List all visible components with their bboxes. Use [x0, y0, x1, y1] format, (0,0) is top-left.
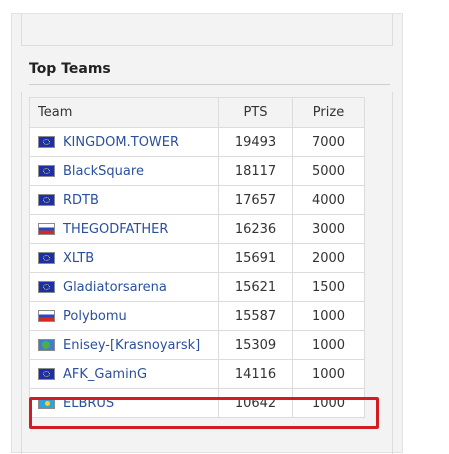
team-link[interactable]: RDTB	[63, 193, 99, 208]
eu-flag-icon	[38, 165, 55, 177]
prize-cell: 1000	[292, 330, 365, 360]
top-strip	[21, 14, 393, 46]
team-cell: Gladiatorsarena	[29, 272, 219, 302]
team-cell: RDTB	[29, 185, 219, 215]
table-row: XLTB 15691 2000	[29, 243, 365, 273]
eu-flag-icon	[38, 252, 55, 264]
prize-column-header: Prize	[292, 97, 365, 128]
pts-cell: 16236	[218, 214, 293, 244]
team-link[interactable]: KINGDOM.TOWER	[63, 135, 179, 150]
pts-cell: 14116	[218, 359, 293, 389]
pts-cell: 15691	[218, 243, 293, 273]
table-row: AFK_GaminG 14116 1000	[29, 359, 365, 389]
prize-cell: 1000	[292, 301, 365, 331]
table-header-row: Team PTS Prize	[29, 97, 365, 128]
team-column-header: Team	[29, 97, 219, 128]
section-title: Top Teams	[29, 61, 111, 77]
pts-cell: 15621	[218, 272, 293, 302]
table-row: Gladiatorsarena 15621 1500	[29, 272, 365, 302]
team-link[interactable]: Polybomu	[63, 309, 127, 324]
team-link[interactable]: XLTB	[63, 251, 94, 266]
title-divider	[29, 84, 390, 85]
team-link[interactable]: AFK_GaminG	[63, 367, 147, 382]
table-row: Polybomu 15587 1000	[29, 301, 365, 331]
prize-cell: 7000	[292, 127, 365, 157]
pts-cell: 15309	[218, 330, 293, 360]
table-row: THEGODFATHER 16236 3000	[29, 214, 365, 244]
table-row: KINGDOM.TOWER 19493 7000	[29, 127, 365, 157]
prize-cell: 3000	[292, 214, 365, 244]
team-cell: THEGODFATHER	[29, 214, 219, 244]
team-link[interactable]: Enisey-[Krasnoyarsk]	[63, 338, 200, 353]
prize-cell: 1000	[292, 359, 365, 389]
pts-cell: 18117	[218, 156, 293, 186]
team-cell: XLTB	[29, 243, 219, 273]
team-link[interactable]: THEGODFATHER	[63, 222, 168, 237]
pts-cell: 15587	[218, 301, 293, 331]
team-link[interactable]: BlackSquare	[63, 164, 144, 179]
pts-cell: 17657	[218, 185, 293, 215]
team-cell: KINGDOM.TOWER	[29, 127, 219, 157]
pts-column-header: PTS	[218, 97, 293, 128]
table-row: RDTB 17657 4000	[29, 185, 365, 215]
team-cell: BlackSquare	[29, 156, 219, 186]
pts-cell: 19493	[218, 127, 293, 157]
prize-cell: 5000	[292, 156, 365, 186]
team-cell: Enisey-[Krasnoyarsk]	[29, 330, 219, 360]
table-row: BlackSquare 18117 5000	[29, 156, 365, 186]
prize-cell: 4000	[292, 185, 365, 215]
team-cell: AFK_GaminG	[29, 359, 219, 389]
prize-cell: 2000	[292, 243, 365, 273]
eu-flag-icon	[38, 368, 55, 380]
team-cell: Polybomu	[29, 301, 219, 331]
russia-flag-icon	[38, 223, 55, 235]
russia-flag-icon	[38, 310, 55, 322]
world-flag-icon	[38, 339, 55, 351]
table-row: Enisey-[Krasnoyarsk] 15309 1000	[29, 330, 365, 360]
eu-flag-icon	[38, 136, 55, 148]
eu-flag-icon	[38, 194, 55, 206]
top-teams-table: Team PTS Prize KINGDOM.TOWER 19493 7000 …	[29, 97, 365, 418]
prize-cell: 1500	[292, 272, 365, 302]
highlight-box	[29, 397, 379, 429]
team-link[interactable]: Gladiatorsarena	[63, 280, 167, 295]
eu-flag-icon	[38, 281, 55, 293]
